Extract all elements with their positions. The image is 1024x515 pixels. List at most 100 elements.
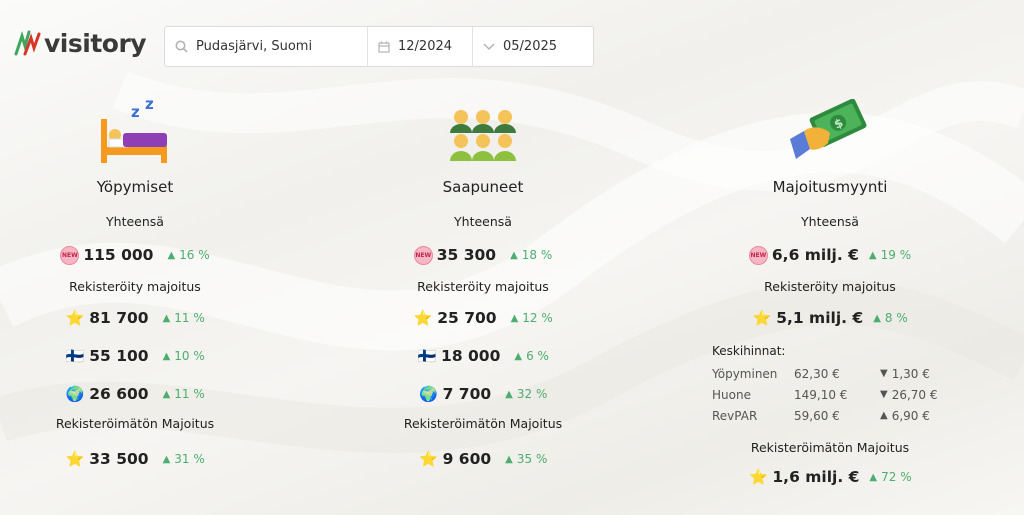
arrivals-registered-row: ⭐ 25 700 ▲ 12 % — [378, 306, 588, 330]
arrivals-total-change: ▲ 18 % — [510, 248, 553, 262]
finland-flag-icon: 🇫🇮 — [65, 347, 85, 365]
chevron-down-icon: ▼ — [880, 368, 888, 379]
arrivals-panel: Saapuneet Yhteensä NEW 35 300 ▲ 18 % Reki… — [378, 95, 588, 471]
overnights-registered-change: ▲ 11 % — [162, 311, 205, 325]
overnights-panel: z z Yöpymiset Yhteensä NEW 115 000 ▲ 16 %… — [30, 95, 240, 471]
average-prices-title: Keskihinnat: — [712, 344, 786, 358]
overnights-total-label: Yhteensä — [106, 214, 164, 229]
arrow-up-icon: ▲ — [868, 249, 877, 261]
overnights-unregistered-row: ⭐ 33 500 ▲ 31 % — [30, 447, 240, 471]
sales-total-value: 6,6 milj. € — [771, 246, 859, 264]
end-date-picker[interactable]: 05/2025 — [473, 27, 593, 66]
arrow-up-icon: ▲ — [869, 471, 878, 483]
sales-total-label: Yhteensä — [801, 214, 859, 229]
money-in-hand-icon: $ — [710, 95, 950, 165]
overnights-total-value: 115 000 — [83, 246, 154, 264]
sales-total-change: ▲ 19 % — [868, 248, 912, 262]
overnights-title: Yöpymiset — [96, 178, 174, 196]
arrow-up-icon: ▲ — [162, 388, 171, 400]
overnights-domestic-value: 55 100 — [89, 347, 149, 365]
avg-price-row: Huone 149,10 € ▼ 26,70 € — [712, 384, 952, 405]
arrow-up-icon: ▲ — [510, 249, 518, 261]
arrow-up-icon: ▲ — [505, 453, 513, 465]
avg-price-value: 149,10 € — [794, 387, 848, 402]
start-date-value: 12/2024 — [398, 39, 453, 54]
arrivals-title: Saapuneet — [442, 178, 524, 196]
logo-mark-icon — [14, 30, 41, 56]
arrivals-domestic-value: 18 000 — [441, 347, 501, 365]
star-icon: ⭐ — [752, 309, 772, 327]
logo-text: visitory — [44, 28, 147, 58]
arrivals-domestic-change: ▲ 6 % — [514, 349, 549, 363]
visitory-logo[interactable]: visitory — [14, 28, 147, 58]
arrivals-registered-label: Rekisteröity majoitus — [417, 279, 549, 294]
arrivals-foreign-value: 7 700 — [442, 385, 492, 403]
sales-unregistered-row: ⭐ 1,6 milj. € ▲ 72 % — [710, 465, 950, 489]
arrivals-total-value: 35 300 — [436, 246, 497, 264]
calendar-icon — [378, 41, 390, 53]
star-icon: ⭐ — [65, 309, 85, 327]
chevron-down-icon: ▼ — [880, 389, 888, 400]
end-date-value: 05/2025 — [503, 39, 558, 54]
location-input[interactable]: Pudasjärvi, Suomi — [165, 27, 368, 66]
arrivals-total-label: Yhteensä — [454, 214, 512, 229]
start-date-picker[interactable]: 12/2024 — [368, 27, 473, 66]
avg-price-name: Huone — [712, 387, 751, 402]
arrivals-foreign-change: ▲ 32 % — [505, 387, 548, 401]
filter-bar: Pudasjärvi, Suomi 12/2024 05/2025 — [164, 26, 594, 67]
overnights-domestic-change: ▲ 10 % — [162, 349, 205, 363]
sales-registered-row: ⭐ 5,1 milj. € ▲ 8 % — [710, 306, 950, 330]
sales-unregistered-label: Rekisteröimätön Majoitus — [750, 440, 910, 455]
arrivals-foreign-row: 🌍 7 700 ▲ 32 % — [378, 382, 588, 406]
arrivals-unregistered-row: ⭐ 9 600 ▲ 35 % — [378, 447, 588, 471]
sales-title: Majoitusmyynti — [772, 178, 888, 196]
arrivals-total-row: NEW 35 300 ▲ 18 % — [378, 243, 588, 267]
arrivals-domestic-row: 🇫🇮 18 000 ▲ 6 % — [378, 344, 588, 368]
avg-price-name: RevPAR — [712, 408, 758, 423]
sleeping-bed-icon: z z — [30, 95, 240, 165]
overnights-domestic-row: 🇫🇮 55 100 ▲ 10 % — [30, 344, 240, 368]
avg-price-row: RevPAR 59,60 € ▲ 6,90 € — [712, 405, 952, 426]
top-bar: visitory Pudasjärvi, Suomi 12/2024 05/20… — [0, 0, 1024, 90]
arrow-up-icon: ▲ — [162, 453, 171, 465]
arrivals-unregistered-label: Rekisteröimätön Majoitus — [403, 416, 563, 431]
overnights-registered-row: ⭐ 81 700 ▲ 11 % — [30, 306, 240, 330]
average-prices: Keskihinnat: Yöpyminen 62,30 € ▼ 1,30 € H… — [712, 344, 952, 426]
overnights-foreign-change: ▲ 11 % — [162, 387, 205, 401]
arrow-up-icon: ▲ — [162, 312, 171, 324]
svg-text:z: z — [131, 103, 140, 121]
star-icon: ⭐ — [65, 450, 85, 468]
overnights-unregistered-label: Rekisteröimätön Majoitus — [55, 416, 215, 431]
arrow-up-icon: ▲ — [510, 312, 519, 324]
avg-price-change: ▼ 1,30 € — [880, 366, 930, 381]
new-badge-icon: NEW — [60, 245, 80, 265]
svg-text:z: z — [145, 97, 154, 113]
arrow-up-icon: ▲ — [162, 350, 171, 362]
arrow-up-icon: ▲ — [514, 350, 523, 362]
star-icon: ⭐ — [749, 468, 768, 486]
avg-price-value: 59,60 € — [794, 408, 840, 423]
avg-price-change: ▼ 26,70 € — [880, 387, 938, 402]
accommodation-sales-panel: $ Majoitusmyynti Yhteensä NEW 6,6 milj. … — [710, 95, 950, 489]
sales-registered-label: Rekisteröity majoitus — [764, 279, 896, 294]
chevron-down-icon — [483, 42, 495, 51]
avg-price-change: ▲ 6,90 € — [880, 408, 930, 423]
sales-registered-change: ▲ 8 % — [873, 311, 908, 325]
avg-price-name: Yöpyminen — [712, 366, 778, 381]
arrivals-registered-value: 25 700 — [437, 309, 497, 327]
finland-flag-icon: 🇫🇮 — [417, 347, 437, 365]
arrow-up-icon: ▲ — [505, 388, 513, 400]
search-icon — [175, 40, 188, 53]
arrow-up-icon: ▲ — [167, 249, 176, 261]
avg-price-value: 62,30 € — [794, 366, 840, 381]
globe-icon: 🌍 — [65, 385, 85, 403]
sales-unregistered-change: ▲ 72 % — [869, 470, 912, 484]
arrivals-unregistered-value: 9 600 — [442, 450, 492, 468]
globe-icon: 🌍 — [419, 385, 438, 403]
location-value: Pudasjärvi, Suomi — [196, 39, 313, 54]
new-badge-icon: NEW — [748, 245, 768, 265]
arrow-up-icon: ▲ — [873, 312, 881, 324]
arrivals-registered-change: ▲ 12 % — [510, 311, 553, 325]
overnights-total-row: NEW 115 000 ▲ 16 % — [30, 243, 240, 267]
chevron-up-icon: ▲ — [880, 410, 888, 421]
